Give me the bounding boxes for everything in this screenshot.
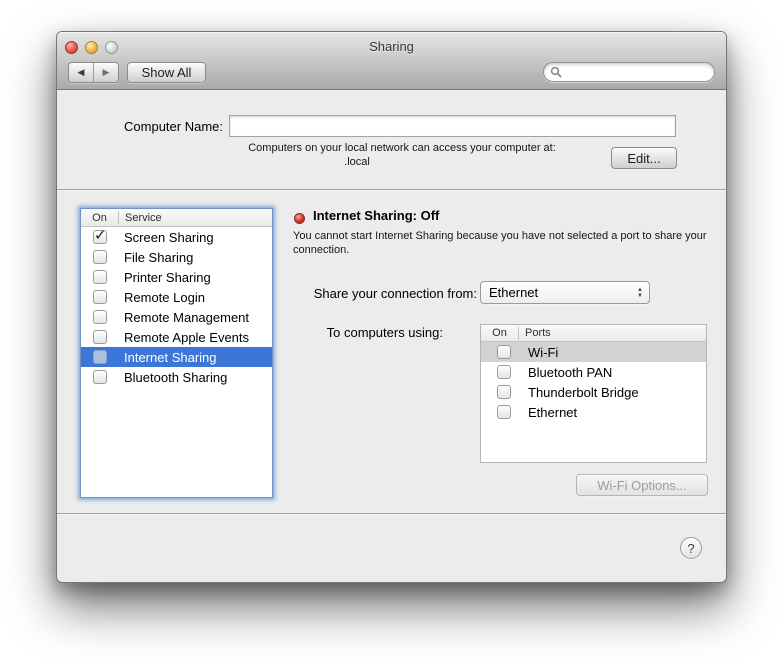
status-title: Internet Sharing: Off xyxy=(313,208,440,223)
nav-history-segment: ◀ ▶ xyxy=(68,62,119,83)
service-column-on: On xyxy=(92,211,107,224)
service-checkbox-file-sharing[interactable] xyxy=(93,250,107,264)
ports-table: On Ports Wi-Fi Bluetooth PAN Thunderbolt B… xyxy=(480,324,707,463)
section-divider-bottom xyxy=(57,513,726,514)
help-icon: ? xyxy=(687,540,695,556)
computer-name-helper-line2: .local xyxy=(344,156,370,168)
ports-column-on: On xyxy=(492,327,507,339)
stepper-down-icon: ▼ xyxy=(637,292,643,299)
port-row-label: Bluetooth PAN xyxy=(528,364,613,380)
service-checkbox-remote-apple-events[interactable] xyxy=(93,330,107,344)
service-row-remote-management[interactable]: Remote Management xyxy=(81,307,272,327)
share-connection-from-label: Share your connection from: xyxy=(313,286,477,301)
service-checkbox-printer-sharing[interactable] xyxy=(93,270,107,284)
service-row-label: Remote Management xyxy=(124,309,250,325)
port-row-label: Thunderbolt Bridge xyxy=(528,384,639,400)
search-field xyxy=(543,62,715,82)
back-arrow-icon: ◀ xyxy=(77,67,85,77)
forward-button[interactable]: ▶ xyxy=(94,62,119,83)
sharing-preferences-window: Sharing ◀ ▶ Show All Computer Name: Comp… xyxy=(56,31,727,583)
port-row-label: Ethernet xyxy=(528,404,578,420)
service-row-label: Remote Apple Events xyxy=(124,329,250,345)
service-row-screen-sharing[interactable]: ✓ Screen Sharing xyxy=(81,226,272,247)
service-list-header: On Service xyxy=(81,209,272,227)
service-row-label: File Sharing xyxy=(124,249,194,265)
port-checkbox-bluetooth-pan[interactable] xyxy=(497,365,511,379)
port-row-wi-fi[interactable]: Wi-Fi xyxy=(481,342,706,362)
port-checkbox-thunderbolt-bridge[interactable] xyxy=(497,385,511,399)
service-column-service: Service xyxy=(125,211,162,224)
edit-button[interactable]: Edit... xyxy=(611,147,677,169)
service-row-internet-sharing[interactable]: Internet Sharing xyxy=(81,347,272,367)
ports-table-header: On Ports xyxy=(481,325,706,342)
computer-name-input[interactable] xyxy=(229,115,676,137)
service-checkbox-bluetooth-sharing[interactable] xyxy=(93,370,107,384)
port-row-bluetooth-pan[interactable]: Bluetooth PAN xyxy=(481,362,706,382)
help-button[interactable]: ? xyxy=(680,537,702,559)
to-computers-using-label: To computers using: xyxy=(326,325,443,340)
port-checkbox-ethernet[interactable] xyxy=(497,405,511,419)
service-row-label: Printer Sharing xyxy=(124,269,211,285)
service-list: On Service ✓ Screen Sharing File Sharing Pr… xyxy=(80,208,273,498)
back-button[interactable]: ◀ xyxy=(68,62,94,83)
search-input[interactable] xyxy=(562,64,708,80)
port-row-label: Wi-Fi xyxy=(528,344,559,360)
section-divider-top xyxy=(57,189,726,190)
popup-stepper-icon: ▲ ▼ xyxy=(631,287,649,299)
port-row-thunderbolt-bridge[interactable]: Thunderbolt Bridge xyxy=(481,382,706,402)
computer-name-helper-line1: Computers on your local network can acce… xyxy=(248,142,556,154)
port-row-ethernet[interactable]: Ethernet xyxy=(481,402,706,422)
service-checkbox-screen-sharing[interactable]: ✓ xyxy=(93,226,107,244)
port-checkbox-wi-fi[interactable] xyxy=(497,345,511,359)
service-row-printer-sharing[interactable]: Printer Sharing xyxy=(81,267,272,287)
status-description: You cannot start Internet Sharing becaus… xyxy=(293,230,707,256)
popup-selected-value: Ethernet xyxy=(489,285,539,300)
service-row-bluetooth-sharing[interactable]: Bluetooth Sharing xyxy=(81,367,272,387)
status-indicator-icon xyxy=(294,213,305,224)
forward-arrow-icon: ▶ xyxy=(102,67,110,77)
ports-column-ports: Ports xyxy=(525,327,551,339)
checkmark-icon: ✓ xyxy=(94,226,107,244)
service-row-label: Internet Sharing xyxy=(124,349,217,365)
wifi-options-button[interactable]: Wi-Fi Options... xyxy=(576,474,708,496)
service-row-file-sharing[interactable]: File Sharing xyxy=(81,247,272,267)
computer-name-label: Computer Name: xyxy=(124,119,223,134)
window-chrome: Sharing ◀ ▶ Show All xyxy=(57,32,726,90)
service-row-label: Bluetooth Sharing xyxy=(124,369,228,385)
search-icon xyxy=(550,66,562,78)
service-checkbox-remote-management[interactable] xyxy=(93,310,107,324)
ports-list-rows: Wi-Fi Bluetooth PAN Thunderbolt Bridge Ethe… xyxy=(481,342,706,422)
service-checkbox-remote-login[interactable] xyxy=(93,290,107,304)
service-row-label: Screen Sharing xyxy=(124,229,214,245)
service-checkbox-internet-sharing[interactable] xyxy=(93,350,107,364)
show-all-button[interactable]: Show All xyxy=(127,62,206,83)
share-connection-from-popup[interactable]: Ethernet ▲ ▼ xyxy=(480,281,650,304)
service-list-rows: ✓ Screen Sharing File Sharing Printer Shari… xyxy=(81,226,272,387)
window-title: Sharing xyxy=(369,39,414,54)
service-row-label: Remote Login xyxy=(124,289,205,305)
